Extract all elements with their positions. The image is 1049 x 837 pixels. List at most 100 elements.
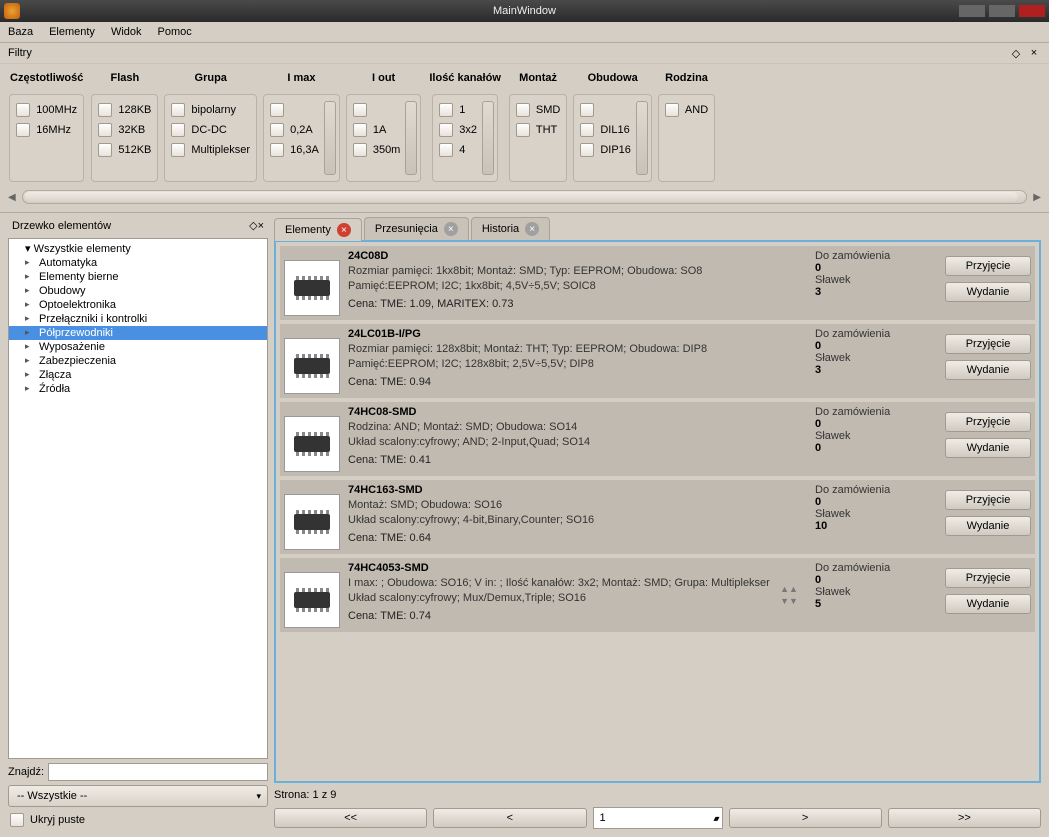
tree-node[interactable]: Wyposażenie [9,340,267,354]
filter-checkbox[interactable] [439,103,453,117]
owner-label: Sławek [815,430,937,442]
filter-checkbox[interactable] [16,103,30,117]
find-input[interactable] [48,763,268,781]
filter-checkbox[interactable] [439,143,453,157]
tree-node[interactable]: Optoelektronika [9,298,267,312]
receive-button[interactable]: Przyjęcie [945,568,1031,588]
filter-group: 0,2A16,3A [263,94,340,182]
filter-checkbox[interactable] [580,103,594,117]
filter-group-label: Rodzina [663,68,710,88]
item-list[interactable]: 24C08DRozmiar pamięci: 1kx8bit; Montaż: … [274,240,1041,783]
receive-button[interactable]: Przyjęcie [945,412,1031,432]
order-label: Do zamówienia [815,562,937,574]
page-select[interactable]: 1 [593,807,723,829]
item-price: Cena: TME: 0.41 [348,454,771,466]
tree-node[interactable]: Automatyka [9,256,267,270]
receive-button[interactable]: Przyjęcie [945,490,1031,510]
filter-checkbox[interactable] [270,143,284,157]
chip-icon [284,494,340,550]
filter-checkbox[interactable] [171,143,185,157]
filter-checkbox[interactable] [580,143,594,157]
issue-button[interactable]: Wydanie [945,516,1031,536]
list-item[interactable]: 24LC01B-I/PGRozmiar pamięci: 128x8bit; M… [280,324,1035,398]
tree-close-icon[interactable]: × [258,220,264,232]
menu-elementy[interactable]: Elementy [49,26,95,38]
order-label: Do zamówienia [815,250,937,262]
page-first-button[interactable]: << [274,808,427,828]
tree-root[interactable]: ▾ Wszystkie elementy [9,241,267,256]
list-item[interactable]: 24C08DRozmiar pamięci: 1kx8bit; Montaż: … [280,246,1035,320]
tab-close-icon[interactable]: × [337,223,351,237]
menu-baza[interactable]: Baza [8,26,33,38]
page-prev-button[interactable]: < [433,808,586,828]
tree-node[interactable]: Obudowy [9,284,267,298]
tree-node[interactable]: Półprzewodniki [9,326,267,340]
filter-checkbox[interactable] [171,123,185,137]
tab-close-icon[interactable]: × [525,222,539,236]
filter-group-label: Obudowa [586,68,640,88]
filter-detach-icon[interactable]: ◇ [1009,46,1023,60]
filter-checkbox[interactable] [353,103,367,117]
filter-group: SMDTHT [509,94,567,182]
tab[interactable]: Elementy× [274,218,362,241]
tree-node[interactable]: Źródła [9,382,267,396]
issue-button[interactable]: Wydanie [945,282,1031,302]
menubar: Baza Elementy Widok Pomoc [0,22,1049,43]
issue-button[interactable]: Wydanie [945,360,1031,380]
tab[interactable]: Przesunięcia× [364,217,469,240]
filter-group-label: Montaż [517,68,559,88]
issue-button[interactable]: Wydanie [945,438,1031,458]
titlebar[interactable]: MainWindow [0,0,1049,22]
tab-close-icon[interactable]: × [444,222,458,236]
receive-button[interactable]: Przyjęcie [945,334,1031,354]
filter-combo[interactable]: -- Wszystkie -- [8,785,268,807]
list-item[interactable]: 74HC08-SMDRodzina: AND; Montaż: SMD; Obu… [280,402,1035,476]
filter-checkbox[interactable] [270,103,284,117]
hide-empty-checkbox[interactable] [10,813,24,827]
scroll-left-icon[interactable]: ◀ [8,192,16,203]
filter-checkbox[interactable] [439,123,453,137]
menu-widok[interactable]: Widok [111,26,142,38]
filter-checkbox[interactable] [171,103,185,117]
move-down-icon[interactable]: ▼▼ [780,596,798,606]
filter-option-label: DIL16 [600,124,629,136]
filter-checkbox[interactable] [98,123,112,137]
menu-pomoc[interactable]: Pomoc [158,26,192,38]
tree-detach-icon[interactable]: ◇ [249,219,257,232]
list-item[interactable]: 74HC4053-SMDI max: ; Obudowa: SO16; V in… [280,558,1035,632]
element-tree[interactable]: ▾ Wszystkie elementyAutomatykaElementy b… [8,238,268,759]
tree-node[interactable]: Złącza [9,368,267,382]
filter-checkbox[interactable] [580,123,594,137]
issue-button[interactable]: Wydanie [945,594,1031,614]
filter-checkbox[interactable] [270,123,284,137]
filter-checkbox[interactable] [353,143,367,157]
item-details2: Układ scalony:cyfrowy; AND; 2-Input,Quad… [348,435,771,450]
hide-empty-label: Ukryj puste [30,814,85,826]
list-item[interactable]: 74HC163-SMDMontaż: SMD; Obudowa: SO16Ukł… [280,480,1035,554]
tab[interactable]: Historia× [471,217,550,240]
receive-button[interactable]: Przyjęcie [945,256,1031,276]
filter-close-icon[interactable]: × [1027,46,1041,60]
item-details: Rozmiar pamięci: 128x8bit; Montaż: THT; … [348,342,771,357]
minimize-button[interactable] [959,5,985,17]
move-up-icon[interactable]: ▲▲ [780,584,798,594]
filter-checkbox[interactable] [353,123,367,137]
tree-node[interactable]: Zabezpieczenia [9,354,267,368]
filter-checkbox[interactable] [16,123,30,137]
page-next-button[interactable]: > [729,808,882,828]
tree-node[interactable]: Elementy bierne [9,270,267,284]
page-last-button[interactable]: >> [888,808,1041,828]
filter-checkbox[interactable] [98,143,112,157]
close-button[interactable] [1019,5,1045,17]
filter-scrollbar[interactable]: ◀ ▶ [0,186,1049,212]
filter-checkbox[interactable] [516,123,530,137]
scroll-right-icon[interactable]: ▶ [1033,192,1041,203]
filter-checkbox[interactable] [516,103,530,117]
tree-node[interactable]: Przełączniki i kontrolki [9,312,267,326]
maximize-button[interactable] [989,5,1015,17]
filter-checkbox[interactable] [665,103,679,117]
tree-title: Drzewko elementów [12,220,111,232]
filter-checkbox[interactable] [98,103,112,117]
sidebar: Drzewko elementów ◇ × ▾ Wszystkie elemen… [8,217,268,829]
main-panel: Elementy×Przesunięcia×Historia× 24C08DRo… [274,217,1041,829]
